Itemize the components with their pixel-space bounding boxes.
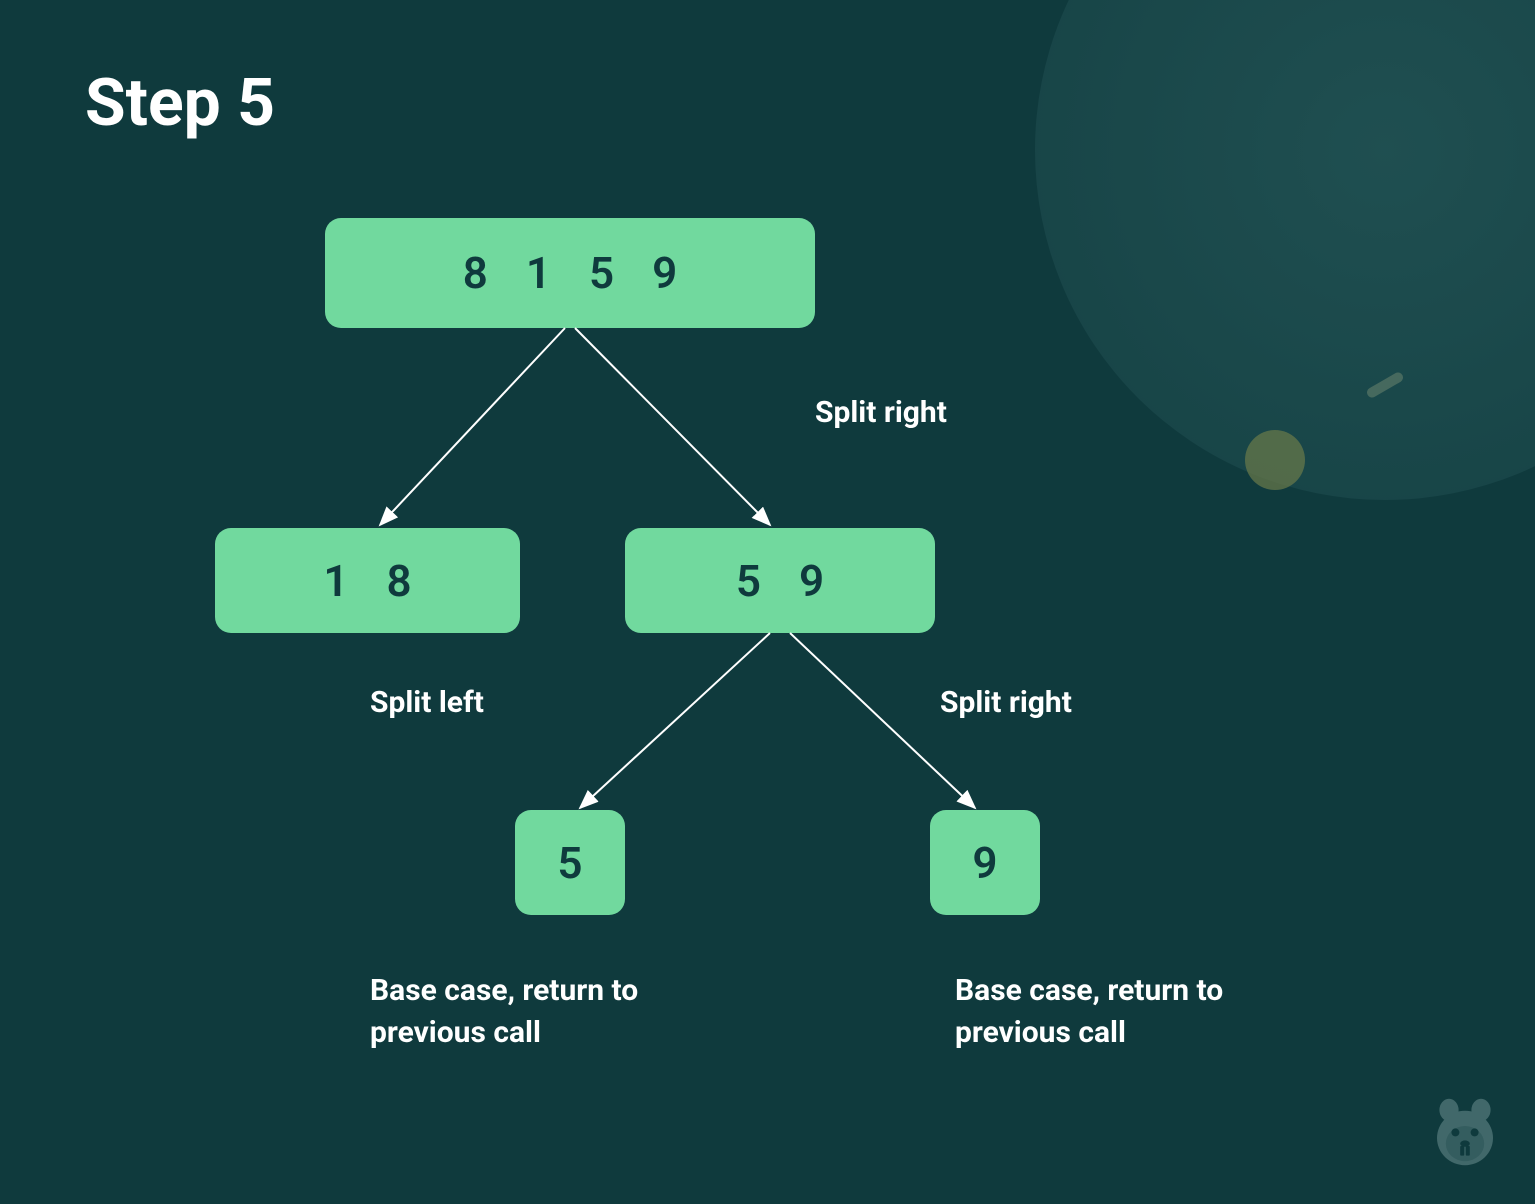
- beaver-logo-icon: [1425, 1094, 1505, 1174]
- split-left-label: Split left: [370, 685, 484, 720]
- leaf-left-value: 5: [557, 837, 582, 889]
- split-right-label-2: Split right: [940, 685, 1072, 720]
- leaf-right-box: 9: [930, 810, 1040, 915]
- step-title: Step 5: [85, 65, 275, 142]
- leaf-left-box: 5: [515, 810, 625, 915]
- right-child-value-0: 5: [736, 555, 761, 607]
- root-value-2: 5: [589, 247, 614, 299]
- base-case-left-caption: Base case, return to previous call: [370, 970, 690, 1054]
- root-array-box: 8 1 5 9: [325, 218, 815, 328]
- left-child-box: 1 8: [215, 528, 520, 633]
- root-value-1: 1: [526, 247, 551, 299]
- root-value-0: 8: [463, 247, 488, 299]
- base-case-right-caption: Base case, return to previous call: [955, 970, 1275, 1054]
- root-value-3: 9: [652, 247, 677, 299]
- background-circle: [1035, 0, 1535, 500]
- split-right-label-1: Split right: [815, 395, 947, 430]
- right-child-value-1: 9: [799, 555, 824, 607]
- background-dot: [1245, 430, 1305, 490]
- left-child-value-1: 8: [387, 555, 412, 607]
- left-child-value-0: 1: [323, 555, 348, 607]
- right-child-box: 5 9: [625, 528, 935, 633]
- leaf-right-value: 9: [972, 837, 997, 889]
